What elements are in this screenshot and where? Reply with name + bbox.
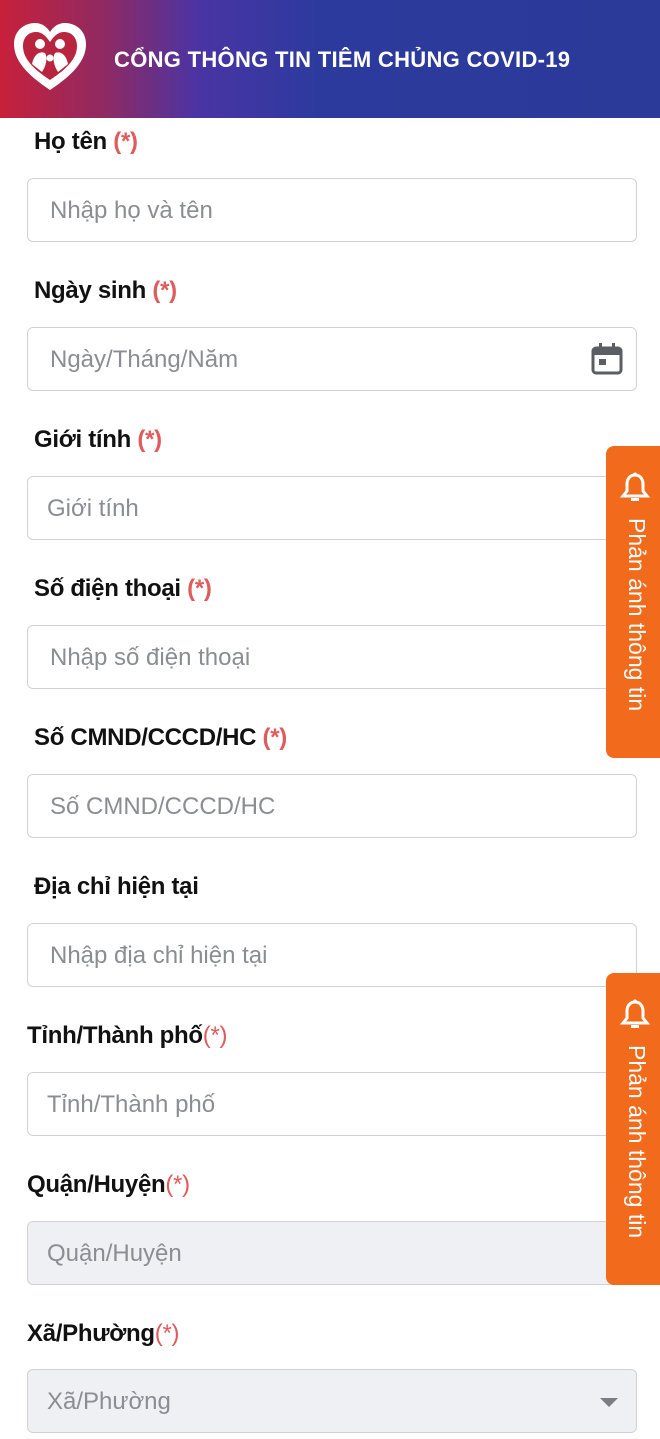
fullname-input[interactable]: Nhập họ và tên [27,178,637,242]
phone-label-text: Số điện thoại [34,575,181,602]
fullname-label-text: Họ tên [34,128,107,155]
required-mark: (*) [152,277,177,304]
required-mark: (*) [187,575,212,602]
app-header: CỔNG THÔNG TIN TIÊM CHỦNG COVID-19 [0,0,660,118]
bell-feedback-icon [620,999,650,1028]
heart-people-logo [14,23,86,90]
required-mark: (*) [165,1171,190,1198]
ward-select[interactable]: Xã/Phường [27,1369,637,1433]
district-select[interactable]: Quận/Huyện [27,1221,637,1285]
bell-feedback-icon [620,472,650,501]
dob-label-text: Ngày sinh [34,277,146,304]
required-mark: (*) [262,724,288,751]
required-mark: (*) [113,128,138,155]
dob-input[interactable]: Ngày/Tháng/Năm [27,327,637,391]
phone-input[interactable]: Nhập số điện thoại [27,625,637,689]
gender-select[interactable]: Giới tính [27,476,637,540]
province-label-text: Tỉnh/Thành phố [27,1022,203,1049]
address-label: Địa chỉ hiện tại [34,873,199,901]
dob-label: Ngày sinh (*) [34,277,177,305]
district-label-text: Quận/Huyện [27,1171,166,1198]
district-label: Quận/Huyện(*) [27,1171,190,1199]
address-placeholder: Nhập địa chỉ hiện tại [50,942,268,969]
header-title: CỔNG THÔNG TIN TIÊM CHỦNG COVID-19 [114,47,571,72]
calendar-icon[interactable] [590,342,624,376]
district-placeholder: Quận/Huyện [47,1240,182,1267]
gender-label: Giới tính (*) [34,426,162,454]
phone-placeholder: Nhập số điện thoại [50,644,251,671]
fullname-placeholder: Nhập họ và tên [50,197,213,224]
feedback-tab[interactable]: Phản ánh thông tin [606,446,660,758]
gender-label-text: Giới tính [34,426,132,453]
phone-label: Số điện thoại (*) [34,575,212,603]
gender-placeholder: Giới tính [47,495,139,522]
address-label-text: Địa chỉ hiện tại [34,873,199,900]
required-mark: (*) [202,1022,228,1049]
address-input[interactable]: Nhập địa chỉ hiện tại [27,923,637,987]
province-select[interactable]: Tỉnh/Thành phố [27,1072,637,1136]
dob-placeholder: Ngày/Tháng/Năm [50,346,239,373]
province-placeholder: Tỉnh/Thành phố [47,1091,216,1118]
id-number-input[interactable]: Số CMND/CCCD/HC [27,774,637,838]
required-mark: (*) [137,426,162,453]
id-number-label-text: Số CMND/CCCD/HC [34,724,257,751]
ward-placeholder: Xã/Phường [47,1388,171,1415]
feedback-tab-label: Phản ánh thông tin [624,518,650,712]
id-number-placeholder: Số CMND/CCCD/HC [50,793,276,820]
required-mark: (*) [154,1320,180,1347]
feedback-tab[interactable]: Phản ánh thông tin [606,973,660,1285]
chevron-down-icon [600,1398,618,1407]
ward-label: Xã/Phường(*) [27,1320,180,1348]
feedback-tab-label: Phản ánh thông tin [624,1045,650,1239]
ward-label-text: Xã/Phường [27,1320,155,1347]
fullname-label: Họ tên (*) [34,128,138,156]
id-number-label: Số CMND/CCCD/HC (*) [34,724,287,752]
province-label: Tỉnh/Thành phố(*) [27,1022,228,1050]
